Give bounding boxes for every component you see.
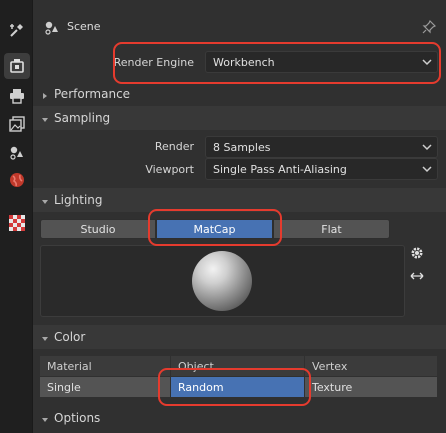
pin-icon[interactable] (422, 19, 437, 37)
chevron-down-icon (422, 142, 432, 155)
render-samples-dropdown[interactable]: 8 Samples (205, 136, 438, 158)
texture-tab[interactable] (4, 210, 30, 236)
lighting-flat-button[interactable]: Flat (273, 219, 390, 239)
matcap-preview[interactable] (40, 245, 405, 317)
tool-icon (8, 21, 26, 39)
color-vertex-header[interactable]: Vertex (305, 356, 437, 376)
color-random-option[interactable]: Random (171, 377, 304, 397)
tool-tab[interactable] (4, 17, 30, 43)
image-stack-icon (8, 115, 26, 133)
options-panel-header[interactable]: Options (33, 406, 446, 430)
color-material-header[interactable]: Material (40, 356, 170, 376)
view-layer-tab[interactable] (4, 111, 30, 137)
matcap-sphere (192, 251, 252, 311)
performance-panel-header[interactable]: Performance (33, 82, 446, 106)
flip-horizontal-icon[interactable] (409, 270, 425, 285)
render-samples-label: Render (154, 140, 194, 153)
gear-icon[interactable] (410, 246, 424, 263)
color-title: Color (54, 330, 86, 344)
properties-panel: Scene Render Engine Workbench Performanc… (33, 0, 446, 433)
expanded-triangle-icon (41, 333, 49, 346)
render-engine-label: Render Engine (113, 56, 194, 69)
properties-tab-bar (0, 0, 33, 433)
printer-icon (8, 87, 26, 105)
color-panel-header[interactable]: Color (33, 325, 446, 349)
performance-title: Performance (54, 87, 131, 101)
color-object-header[interactable]: Object (171, 356, 304, 376)
render-samples-value: 8 Samples (213, 140, 271, 154)
lighting-matcap-button[interactable]: MatCap (156, 219, 273, 239)
world-tab[interactable] (4, 167, 30, 193)
chevron-down-icon (422, 164, 432, 177)
color-single-option[interactable]: Single (40, 377, 170, 397)
expanded-triangle-icon (41, 114, 49, 127)
scene-icon (43, 18, 61, 39)
viewport-samples-label: Viewport (145, 163, 194, 176)
render-engine-value: Workbench (213, 55, 275, 69)
options-title: Options (54, 411, 101, 425)
scene-title: Scene (67, 20, 101, 33)
output-tab[interactable] (4, 83, 30, 109)
sampling-title: Sampling (54, 111, 111, 125)
sampling-panel-header[interactable]: Sampling (33, 106, 446, 130)
scene-objects-icon (8, 143, 26, 161)
lighting-title: Lighting (54, 193, 103, 207)
color-texture-option[interactable]: Texture (305, 377, 437, 397)
collapsed-triangle-icon (41, 90, 49, 103)
expanded-triangle-icon (41, 414, 49, 427)
render-engine-dropdown[interactable]: Workbench (205, 51, 438, 73)
scene-tab[interactable] (4, 139, 30, 165)
expanded-triangle-icon (41, 196, 49, 209)
viewport-samples-dropdown[interactable]: Single Pass Anti-Aliasing (205, 158, 438, 180)
world-globe-icon (8, 171, 26, 189)
lighting-studio-button[interactable]: Studio (40, 219, 156, 239)
chevron-down-icon (422, 57, 432, 70)
lighting-panel-header[interactable]: Lighting (33, 188, 446, 212)
render-camera-back-icon (8, 57, 26, 75)
checker-texture-icon (9, 215, 25, 231)
render-tab[interactable] (4, 53, 30, 79)
viewport-samples-value: Single Pass Anti-Aliasing (213, 162, 347, 176)
